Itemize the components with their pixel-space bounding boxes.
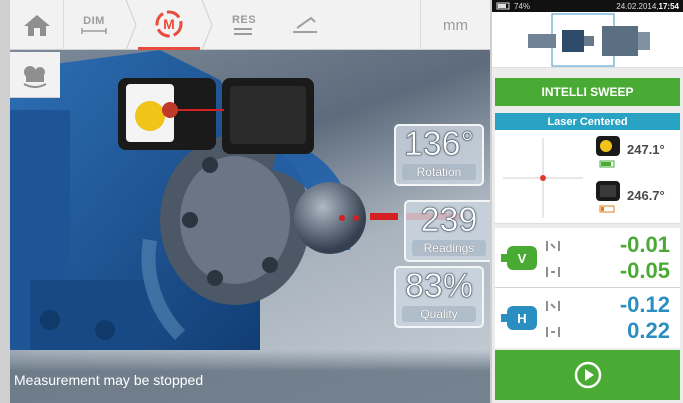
laser-head-icon bbox=[596, 181, 620, 201]
play-icon bbox=[574, 361, 601, 389]
rotation-label: Rotation bbox=[402, 164, 476, 180]
horizontal-badge-icon: H bbox=[501, 306, 537, 330]
status-message: Measurement may be stopped bbox=[14, 372, 204, 388]
offset-icon bbox=[546, 241, 560, 251]
horizontal-results: H -0.12 0.22 bbox=[495, 288, 680, 348]
view-toggle-button[interactable] bbox=[10, 52, 60, 98]
dim-label: DIM bbox=[83, 15, 105, 27]
readings-display: 239 Readings bbox=[404, 200, 490, 262]
top-nav: DIM M RES mm bbox=[10, 0, 490, 50]
laser-spot bbox=[540, 175, 546, 181]
battery-icon bbox=[496, 2, 510, 10]
rotation-value: 136° bbox=[403, 125, 475, 163]
battery-green-icon bbox=[599, 160, 615, 168]
sensor-panel: 247.1° 246.7° bbox=[495, 130, 680, 224]
svg-text:V: V bbox=[518, 251, 527, 266]
measurement-scene: 136° Rotation 239 Readings 83% Quality bbox=[10, 50, 490, 403]
sensor-head-icon bbox=[596, 136, 620, 156]
home-button[interactable] bbox=[10, 0, 64, 50]
laser-angle: 246.7° bbox=[627, 188, 665, 203]
machine-thumbnail[interactable] bbox=[492, 12, 683, 68]
quality-display: 83% Quality bbox=[394, 266, 484, 328]
dimension-arrows-icon bbox=[81, 28, 107, 34]
unit-toggle[interactable]: mm bbox=[420, 0, 490, 50]
alignment-icon bbox=[293, 16, 317, 33]
vertical-results: V -0.01 -0.05 bbox=[495, 228, 680, 288]
results-icon bbox=[234, 28, 252, 35]
horizontal-offset: -0.12 bbox=[619, 292, 670, 317]
angle-icon bbox=[546, 267, 560, 277]
machine-train-icon bbox=[528, 13, 650, 67]
battery-percent: 74% bbox=[514, 1, 531, 11]
nav-measure[interactable]: M bbox=[138, 0, 200, 50]
camera-rotate-icon bbox=[23, 65, 47, 88]
laser-status-banner: Laser Centered bbox=[495, 113, 680, 130]
svg-text:H: H bbox=[517, 311, 526, 326]
measure-label: M bbox=[163, 16, 175, 32]
quality-label: Quality bbox=[402, 306, 476, 322]
measure-icon: M bbox=[155, 10, 183, 37]
play-button[interactable] bbox=[495, 350, 680, 400]
nav-results[interactable]: RES bbox=[214, 0, 274, 50]
rotation-display: 136° Rotation bbox=[394, 124, 484, 186]
chevron-right-icon bbox=[125, 0, 137, 50]
nav-align[interactable] bbox=[274, 0, 334, 50]
system-status-bar: 74% 24.02.2014, 17:54 bbox=[492, 0, 683, 12]
vertical-offset: -0.01 bbox=[619, 232, 670, 257]
readings-value: 239 bbox=[420, 201, 478, 239]
right-panel: 74% 24.02.2014, 17:54 INTELLI SWEEP Lase… bbox=[492, 0, 683, 403]
time-text: 17:54 bbox=[658, 1, 679, 11]
date-text: 24.02.2014, bbox=[616, 1, 659, 11]
angle-icon bbox=[546, 327, 560, 337]
res-label: RES bbox=[231, 14, 257, 26]
readings-label: Readings bbox=[412, 240, 486, 256]
vertical-angle: -0.05 bbox=[619, 258, 670, 283]
nav-dimensions[interactable]: DIM bbox=[64, 0, 124, 50]
chevron-right-icon bbox=[201, 0, 213, 50]
home-icon bbox=[23, 15, 50, 36]
horizontal-angle: 0.22 bbox=[627, 318, 670, 343]
sensor-angle: 247.1° bbox=[627, 142, 665, 157]
intelli-sweep-button[interactable]: INTELLI SWEEP bbox=[495, 78, 680, 106]
vertical-badge-icon: V bbox=[501, 246, 537, 270]
battery-low-icon bbox=[599, 205, 615, 213]
app-root: 136° Rotation 239 Readings 83% Quality M… bbox=[0, 0, 683, 403]
offset-icon bbox=[546, 301, 560, 311]
quality-value: 83% bbox=[404, 267, 474, 305]
